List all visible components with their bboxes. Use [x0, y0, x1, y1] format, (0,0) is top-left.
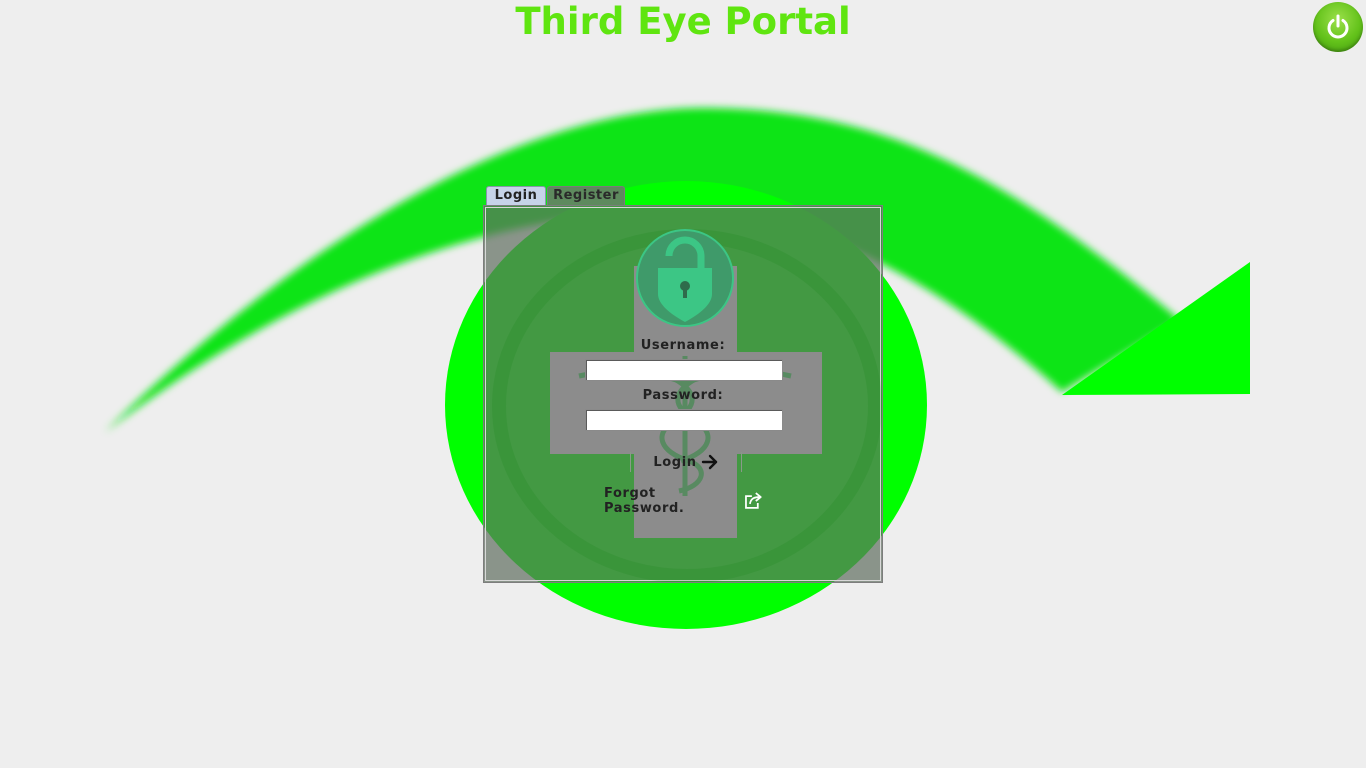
app-title: Third Eye Portal — [515, 0, 851, 43]
tab-login[interactable]: Login — [486, 186, 546, 205]
forgot-password-label: Forgot Password. — [604, 486, 685, 516]
arrow-right-icon — [701, 454, 717, 470]
password-input[interactable] — [585, 409, 783, 431]
login-button-label: Login — [653, 454, 697, 470]
share-icon — [745, 492, 762, 509]
power-icon — [1327, 14, 1349, 39]
login-window: Third Eye Portal Login Register Username… — [0, 0, 1366, 768]
forgot-password-link[interactable]: Forgot Password. — [604, 486, 764, 516]
power-button[interactable] — [1313, 2, 1363, 52]
login-button[interactable]: Login — [632, 450, 740, 474]
lock-icon — [636, 229, 734, 327]
login-panel: Username: Password: Login Forgot Passwor… — [483, 205, 883, 583]
tab-register[interactable]: Register — [547, 186, 625, 205]
username-label: Username: — [640, 338, 726, 353]
password-label: Password: — [642, 388, 724, 403]
username-input[interactable] — [585, 359, 783, 381]
